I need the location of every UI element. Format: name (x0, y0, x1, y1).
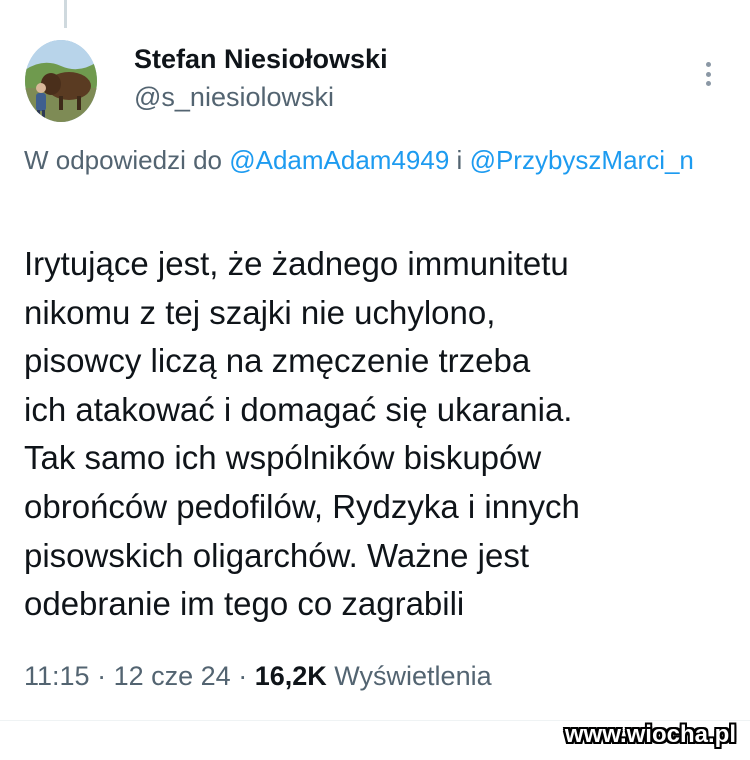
reply-context: W odpowiedzi do @AdamAdam4949 i @Przybys… (24, 142, 724, 179)
views-label[interactable]: Wyświetlenia (334, 661, 491, 691)
meta-separator: · (238, 661, 248, 691)
tweet-time[interactable]: 11:15 (24, 661, 90, 691)
reply-user-link-2[interactable]: @PrzybyszMarci_n (470, 145, 694, 175)
meta-separator: · (97, 661, 107, 691)
dot (705, 81, 711, 86)
author-name[interactable]: Stefan Niesiołowski (134, 42, 388, 76)
tweet-meta: 11:15 · 12 cze 24 · 16,2K Wyświetlenia (24, 656, 492, 696)
avatar-photo-icon (25, 40, 97, 122)
author-handle[interactable]: @s_niesiolowski (134, 80, 334, 114)
more-options-icon[interactable] (696, 56, 720, 92)
tweet-text: Irytujące jest, że żadnego immunitetu ni… (24, 245, 580, 623)
reply-conjunction: i (456, 145, 463, 175)
dot (705, 71, 711, 77)
dot (705, 62, 711, 67)
reply-user-link-1[interactable]: @AdamAdam4949 (229, 145, 449, 175)
reply-prefix: W odpowiedzi do (24, 145, 222, 175)
avatar[interactable] (25, 40, 97, 122)
watermark: www.wiocha.pl (564, 721, 736, 748)
tweet-date[interactable]: 12 cze 24 (114, 661, 231, 691)
views-count[interactable]: 16,2K (255, 661, 327, 691)
thread-line (64, 0, 67, 28)
